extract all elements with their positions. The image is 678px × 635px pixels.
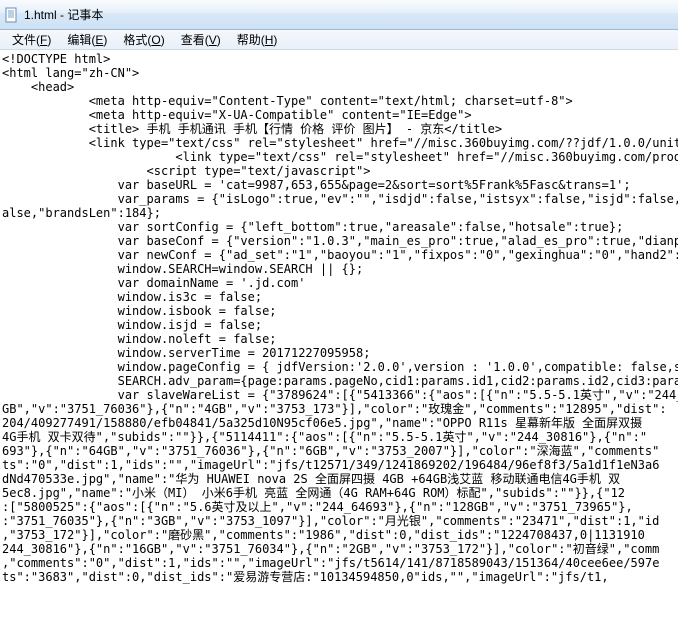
editor-line: ,"comments":"0","dist":1,"ids":"","image…: [2, 556, 676, 570]
menu-format[interactable]: 格式(O): [115, 29, 172, 50]
window-title: 1.html - 记事本: [24, 6, 103, 23]
editor-line: var slaveWareList = {"3789624":[{"541336…: [2, 388, 676, 402]
editor-line: <link type="text/css" rel="stylesheet" h…: [2, 136, 676, 150]
editor-line: 204/409277491/158880/efb04841/5a325d10N9…: [2, 416, 676, 430]
editor-line: <!DOCTYPE html>: [2, 52, 676, 66]
editor-line: window.pageConfig = { jdfVersion:'2.0.0'…: [2, 360, 676, 374]
editor-line: <link type="text/css" rel="stylesheet" h…: [2, 150, 676, 164]
editor-line: window.noleft = false;: [2, 332, 676, 346]
menubar: 文件(F) 编辑(E) 格式(O) 查看(V) 帮助(H): [0, 30, 678, 50]
editor-line: window.serverTime = 20171227095958;: [2, 346, 676, 360]
editor-line: var baseURL = 'cat=9987,653,655&page=2&s…: [2, 178, 676, 192]
title-filename: 1.html: [24, 8, 57, 22]
titlebar: 1.html - 记事本: [0, 0, 678, 30]
editor-line: window.isjd = false;: [2, 318, 676, 332]
editor-line: window.SEARCH=window.SEARCH || {};: [2, 262, 676, 276]
editor-line: <meta http-equiv="X-UA-Compatible" conte…: [2, 108, 676, 122]
menu-help[interactable]: 帮助(H): [229, 29, 286, 50]
editor-line: dNd470533e.jpg","name":"华为 HUAWEI nova 2…: [2, 472, 676, 486]
menu-view[interactable]: 查看(V): [173, 29, 229, 50]
editor-line: ts":"3683","dist":0,"dist_ids":"爱易游专营店:"…: [2, 570, 676, 584]
editor-line: <title> 手机 手机通讯 手机【行情 价格 评价 图片】 - 京东</ti…: [2, 122, 676, 136]
editor-line: 693"},{"n":"64GB","v":"3751_76036"},{"n"…: [2, 444, 676, 458]
editor-line: ts":"0","dist":1,"ids":"","imageUrl":"jf…: [2, 458, 676, 472]
editor-line: <script type="text/javascript">: [2, 164, 676, 178]
editor-line: window.is3c = false;: [2, 290, 676, 304]
editor-line: <head>: [2, 80, 676, 94]
title-app: 记事本: [67, 8, 103, 22]
editor-line: var sortConfig = {"left_bottom":true,"ar…: [2, 220, 676, 234]
notepad-icon: [4, 7, 20, 23]
editor-line: <meta http-equiv="Content-Type" content=…: [2, 94, 676, 108]
editor-line: 5ec8.jpg","name":"小米（MI） 小米6手机 亮蓝 全网通（4G…: [2, 486, 676, 500]
editor-line: window.isbook = false;: [2, 304, 676, 318]
editor-line: 244_30816"},{"n":"16GB","v":"3751_76034"…: [2, 542, 676, 556]
editor-line: var baseConf = {"version":"1.0.3","main_…: [2, 234, 676, 248]
editor-line: alse,"brandsLen":184};: [2, 206, 676, 220]
editor-line: <html lang="zh-CN">: [2, 66, 676, 80]
editor-line: :["5800525":{"aos":[{"n":"5.6英寸及以上","v":…: [2, 500, 676, 514]
editor-line: GB","v":"3751_76036"},{"n":"4GB","v":"37…: [2, 402, 676, 416]
menu-edit[interactable]: 编辑(E): [59, 29, 115, 50]
editor-line: 4G手机 双卡双待","subids":""}},{"5114411":{"ao…: [2, 430, 676, 444]
editor-line: var_params = {"isLogo":true,"ev":"","isd…: [2, 192, 676, 206]
editor-line: SEARCH.adv_param={page:params.pageNo,cid…: [2, 374, 676, 388]
editor-line: ,"3753_172"}],"color":"磨砂黑","comments":"…: [2, 528, 676, 542]
editor-line: var domainName = '.jd.com': [2, 276, 676, 290]
menu-file[interactable]: 文件(F): [4, 29, 59, 50]
title-sep: -: [57, 8, 68, 22]
editor-line: :"3751_76035"},{"n":"3GB","v":"3753_1097…: [2, 514, 676, 528]
editor-line: var newConf = {"ad_set":"1","baoyou":"1"…: [2, 248, 676, 262]
text-editor[interactable]: <!DOCTYPE html><html lang="zh-CN"> <head…: [0, 50, 678, 635]
